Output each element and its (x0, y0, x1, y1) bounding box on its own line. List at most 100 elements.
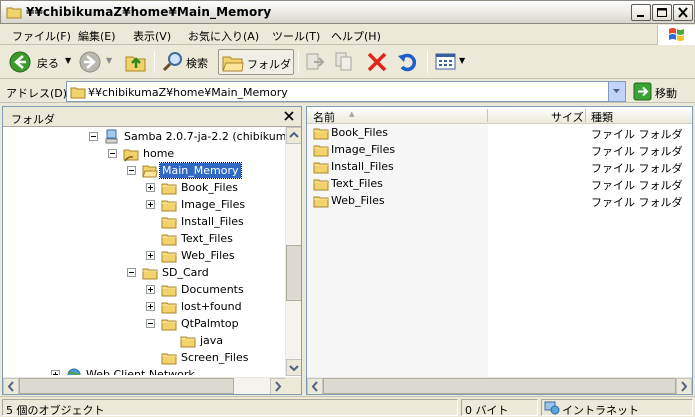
search-button[interactable]: 検索 (160, 49, 216, 75)
file-row[interactable]: Install_Files ファイル フォルダ (307, 158, 692, 175)
tree-node[interactable]: Main_Memory (3, 162, 286, 179)
maximize-icon (657, 8, 667, 17)
menu-help[interactable]: ヘルプ(H) (331, 28, 381, 44)
tree-node[interactable]: Web_Files (3, 247, 286, 264)
collapse-minus-icon[interactable] (127, 268, 136, 277)
back-dropdown-icon[interactable]: ▼ (65, 56, 71, 65)
file-name: Book_Files (331, 126, 389, 139)
scroll-thumb[interactable] (19, 378, 234, 394)
address-dropdown-button[interactable] (608, 82, 625, 101)
expand-plus-icon[interactable] (146, 285, 155, 294)
menu-favorites[interactable]: お気に入り(A) (188, 28, 259, 44)
views-dropdown-icon[interactable]: ▼ (459, 56, 465, 65)
back-label: 戻る (37, 57, 59, 70)
back-button[interactable]: 戻る ▼ (6, 49, 74, 75)
tree-node[interactable]: Documents (3, 281, 286, 298)
scroll-down-button[interactable] (286, 359, 301, 376)
tree-node-label: Book_Files (181, 181, 239, 194)
collapse-minus-icon[interactable] (127, 166, 136, 175)
delete-button[interactable] (364, 49, 390, 75)
window-title: ¥¥chibikumaZ¥home¥Main_Memory (26, 5, 272, 19)
menu-file[interactable]: ファイル(F) (12, 28, 71, 44)
tree-node[interactable]: Install_Files (3, 213, 286, 230)
scroll-left-button[interactable] (307, 378, 323, 394)
column-separator[interactable] (487, 109, 488, 122)
tree-horizontal-scrollbar[interactable] (3, 377, 286, 394)
file-row[interactable]: Web_Files ファイル フォルダ (307, 192, 692, 209)
folders-button[interactable]: フォルダ (218, 49, 294, 75)
tree-node-label: Web_Files (181, 249, 235, 262)
expand-plus-icon[interactable] (146, 183, 155, 192)
list-horizontal-scrollbar[interactable] (307, 377, 692, 394)
tree-node[interactable]: Screen_Files (3, 349, 286, 366)
expand-plus-icon[interactable] (146, 200, 155, 209)
tree-node-label: lost+found (181, 300, 242, 313)
expand-plus-icon[interactable] (51, 370, 60, 375)
status-size-cell: 0 バイト (461, 399, 538, 417)
file-row[interactable]: Image_Files ファイル フォルダ (307, 141, 692, 158)
scroll-up-button[interactable] (286, 127, 301, 144)
scroll-right-button[interactable] (676, 378, 692, 394)
minimize-button[interactable] (631, 4, 651, 21)
column-type-header[interactable]: 種類 (591, 109, 613, 125)
tree-node-label: Screen_Files (181, 351, 249, 364)
close-icon[interactable] (283, 110, 295, 122)
status-zone: イントラネット (562, 404, 639, 417)
up-folder-button[interactable] (123, 49, 149, 75)
go-label: 移動 (655, 87, 677, 100)
tree-node[interactable]: Image_Files (3, 196, 286, 213)
collapse-minus-icon[interactable] (146, 319, 155, 328)
folders-icon (222, 56, 244, 72)
file-name: Web_Files (331, 194, 385, 207)
file-row[interactable]: Book_Files ファイル フォルダ (307, 124, 692, 141)
up-folder-icon (125, 56, 146, 72)
menu-edit[interactable]: 編集(E) (78, 28, 116, 44)
expand-plus-icon[interactable] (146, 251, 155, 260)
scroll-thumb[interactable] (286, 245, 301, 301)
scroll-right-button[interactable] (270, 378, 286, 394)
column-name-header[interactable]: 名前 (313, 109, 335, 125)
tree-node[interactable]: home (3, 145, 286, 162)
menu-tools[interactable]: ツール(T) (272, 28, 320, 44)
file-list: 名前 ▲ サイズ 種類 Book_Files ファイル フォルダ Image_Fil… (306, 106, 693, 395)
go-button[interactable]: 移動 (632, 82, 692, 101)
status-zone-cell: イントラネット (541, 399, 693, 417)
search-label: 検索 (186, 57, 208, 70)
toolbar-separator (298, 51, 299, 73)
close-button[interactable] (673, 4, 693, 21)
file-row[interactable]: Text_Files ファイル フォルダ (307, 175, 692, 192)
tree-node[interactable]: Text_Files (3, 230, 286, 247)
forward-button[interactable]: ▼ (78, 49, 118, 75)
address-input[interactable]: ¥¥chibikumaZ¥home¥Main_Memory (66, 81, 626, 102)
undo-button[interactable] (395, 49, 421, 75)
column-size-header[interactable]: サイズ (551, 109, 584, 125)
copy-to-icon (335, 52, 352, 71)
tree-node[interactable]: QtPalmtop (3, 315, 286, 332)
search-icon (162, 52, 182, 72)
scroll-thumb[interactable] (323, 378, 676, 394)
tree-node[interactable]: Samba 2.0.7-ja-2.2 (chibikumaZ (3, 128, 286, 145)
menu-bar: ファイル(F) 編集(E) 表示(V) お気に入り(A) ツール(T) ヘルプ(… (0, 24, 695, 45)
maximize-button[interactable] (652, 4, 672, 21)
file-name: Image_Files (331, 143, 396, 156)
expand-plus-icon[interactable] (146, 302, 155, 311)
copy-to-button[interactable] (333, 49, 357, 75)
tree-node[interactable]: Book_Files (3, 179, 286, 196)
collapse-minus-icon[interactable] (89, 132, 98, 141)
undo-icon (398, 53, 417, 72)
column-separator[interactable] (585, 109, 586, 122)
tree-vertical-scrollbar[interactable] (285, 127, 301, 376)
forward-dropdown-icon[interactable]: ▼ (106, 56, 112, 65)
collapse-minus-icon[interactable] (108, 149, 117, 158)
menu-view[interactable]: 表示(V) (133, 28, 171, 44)
scroll-left-button[interactable] (3, 378, 19, 394)
tree-node[interactable]: lost+found (3, 298, 286, 315)
tree-node[interactable]: java (3, 332, 286, 349)
views-button[interactable]: ▼ (433, 49, 469, 75)
tree-node[interactable]: Web Client Network (3, 366, 286, 375)
status-bar: 5 個のオブジェクト 0 バイト イントラネット (0, 396, 695, 417)
file-type: ファイル フォルダ (591, 145, 683, 158)
back-arrow-icon (9, 51, 31, 73)
move-to-button[interactable] (303, 49, 327, 75)
tree-node[interactable]: SD_Card (3, 264, 286, 281)
